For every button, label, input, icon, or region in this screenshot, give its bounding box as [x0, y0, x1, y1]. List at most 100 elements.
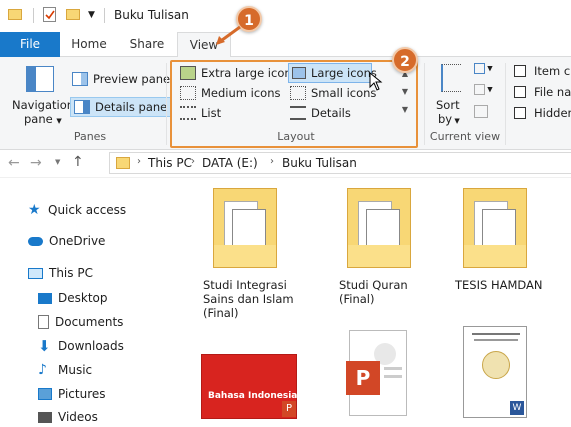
- navigation-pane-label: Navigation: [12, 98, 75, 112]
- title-bar: ▼ Buku Tulisan: [0, 0, 571, 32]
- navigation-pane-button[interactable]: Navigation pane ▼: [8, 62, 74, 126]
- extra-large-icons-option[interactable]: Extra large icons: [180, 65, 298, 81]
- tab-home[interactable]: Home: [63, 32, 115, 57]
- thumbnail-title: Bahasa Indonesia: [208, 391, 298, 401]
- preview-pane-button[interactable]: Preview pane: [72, 70, 170, 88]
- documents-icon: [38, 315, 49, 329]
- folder-icon: [347, 188, 411, 268]
- large-icons-icon: [292, 67, 306, 79]
- details-pane-icon: [74, 100, 90, 114]
- navigation-bar: ← → ▼ ↑ › This PC › DATA (E:) › Buku Tul…: [0, 150, 571, 178]
- add-columns-icon[interactable]: ▼: [474, 84, 496, 97]
- group-label-panes: Panes: [73, 130, 107, 143]
- more-icon[interactable]: ▼: [398, 101, 412, 119]
- sidebar-item-quick-access[interactable]: ★ Quick access: [28, 200, 126, 220]
- folder-item[interactable]: TESIS HAMDAN: [455, 188, 565, 328]
- group-by-icon[interactable]: ▼: [474, 63, 496, 76]
- checkbox-icon[interactable]: [514, 65, 526, 77]
- sidebar-item-downloads[interactable]: ⬇ Downloads: [38, 336, 124, 356]
- tab-share[interactable]: Share: [122, 32, 172, 57]
- divider: [424, 63, 425, 145]
- window-title: Buku Tulisan: [114, 8, 189, 22]
- word-document-thumbnail: W: [463, 326, 527, 418]
- large-icons-option[interactable]: Large icons: [288, 63, 377, 83]
- recent-locations-icon[interactable]: ▼: [55, 158, 60, 166]
- item-check-boxes-toggle[interactable]: Item ch: [514, 63, 571, 79]
- folder-icon: [213, 188, 277, 268]
- download-arrow-icon: ⬇: [38, 337, 51, 355]
- powerpoint-icon: P: [282, 401, 296, 417]
- sidebar-item-pictures[interactable]: Pictures: [38, 384, 106, 404]
- sort-label: Sort: [436, 98, 460, 112]
- checkbox-icon[interactable]: [514, 107, 526, 119]
- list-icon: [180, 106, 196, 120]
- size-columns-icon[interactable]: [474, 105, 488, 118]
- file-item[interactable]: P: [337, 330, 413, 419]
- details-pane-button[interactable]: Details pane: [70, 97, 172, 117]
- checkbox-icon[interactable]: [514, 86, 526, 98]
- small-icons-icon: [290, 86, 306, 100]
- sidebar-item-onedrive[interactable]: OneDrive: [28, 231, 105, 251]
- up-arrow-icon[interactable]: ↑: [72, 154, 84, 170]
- file-item[interactable]: W: [463, 326, 533, 419]
- group-label-layout: Layout: [277, 130, 315, 143]
- back-arrow-icon[interactable]: ←: [8, 155, 20, 171]
- cloud-icon: [28, 236, 43, 246]
- folder-name: Studi Quran (Final): [339, 278, 408, 306]
- medium-icons-option[interactable]: Medium icons: [180, 85, 280, 101]
- file-name-extensions-toggle[interactable]: File nan: [514, 84, 571, 100]
- navigation-pane-icon: [26, 66, 54, 92]
- annotation-arrow: [216, 25, 241, 45]
- chevron-down-icon: ▼: [452, 117, 460, 125]
- desktop-icon: [38, 292, 52, 304]
- music-note-icon: ♪: [38, 362, 47, 378]
- folder-name: TESIS HAMDAN: [455, 278, 543, 292]
- sidebar-item-music[interactable]: ♪ Music: [38, 360, 92, 380]
- list-option[interactable]: List: [180, 105, 221, 121]
- step-badge-2: 2: [392, 47, 418, 73]
- chevron-right-icon[interactable]: ›: [191, 156, 195, 167]
- navigation-pane-label-2: pane ▼: [24, 112, 62, 126]
- sidebar-item-videos[interactable]: Videos: [38, 407, 98, 427]
- customize-toolbar-icon[interactable]: ▼: [88, 9, 96, 21]
- small-icons-option[interactable]: Small icons: [290, 85, 376, 101]
- divider: [166, 63, 167, 145]
- tab-file[interactable]: File: [0, 32, 60, 57]
- videos-icon: [38, 411, 52, 423]
- navigation-pane: ★ Quick access OneDrive This PC Desktop …: [0, 178, 172, 424]
- sidebar-item-desktop[interactable]: Desktop: [38, 288, 108, 308]
- chevron-right-icon[interactable]: ›: [270, 156, 274, 167]
- folder-name: Studi Integrasi Sains dan Islam (Final): [203, 278, 294, 320]
- forward-arrow-icon[interactable]: →: [30, 155, 42, 171]
- folder-item[interactable]: Studi Integrasi Sains dan Islam (Final): [201, 188, 311, 328]
- scroll-down-icon[interactable]: ▼: [398, 83, 412, 101]
- folder-item[interactable]: Studi Quran (Final): [337, 188, 437, 328]
- sidebar-item-documents[interactable]: Documents: [38, 312, 123, 332]
- by-label: by ▼: [438, 112, 460, 126]
- group-label-current-view: Current view: [429, 130, 501, 143]
- extra-large-icons-icon: [180, 66, 196, 80]
- file-item[interactable]: Bahasa Indonesia P: [201, 354, 297, 419]
- hidden-items-toggle[interactable]: Hidden: [514, 105, 571, 121]
- folder-icon: [116, 157, 130, 169]
- properties-icon[interactable]: [43, 7, 56, 22]
- sidebar-item-this-pc[interactable]: This PC: [28, 263, 93, 283]
- layout-scroll[interactable]: ▲ ▼ ▼: [398, 65, 412, 121]
- new-folder-icon[interactable]: [66, 9, 80, 20]
- chevron-right-icon[interactable]: ›: [137, 156, 141, 167]
- divider: [33, 8, 34, 23]
- star-icon: ★: [28, 202, 41, 218]
- pictures-icon: [38, 388, 52, 400]
- ribbon: Navigation pane ▼ Preview pane Details p…: [0, 57, 571, 150]
- chevron-down-icon: ▼: [56, 117, 62, 125]
- ribbon-tabs: File Home Share View: [0, 32, 571, 58]
- breadcrumb-buku-tulisan[interactable]: Buku Tulisan: [282, 156, 357, 170]
- breadcrumb-this-pc[interactable]: This PC: [148, 156, 192, 170]
- folder-icon: [463, 188, 527, 268]
- address-bar[interactable]: › This PC › DATA (E:) › Buku Tulisan: [109, 152, 571, 174]
- sort-by-button[interactable]: Sort by ▼: [432, 62, 466, 126]
- details-option[interactable]: Details: [290, 105, 351, 121]
- powerpoint-file-icon: P: [346, 330, 407, 416]
- mouse-cursor-icon: [369, 72, 383, 91]
- breadcrumb-data-e[interactable]: DATA (E:): [202, 156, 258, 170]
